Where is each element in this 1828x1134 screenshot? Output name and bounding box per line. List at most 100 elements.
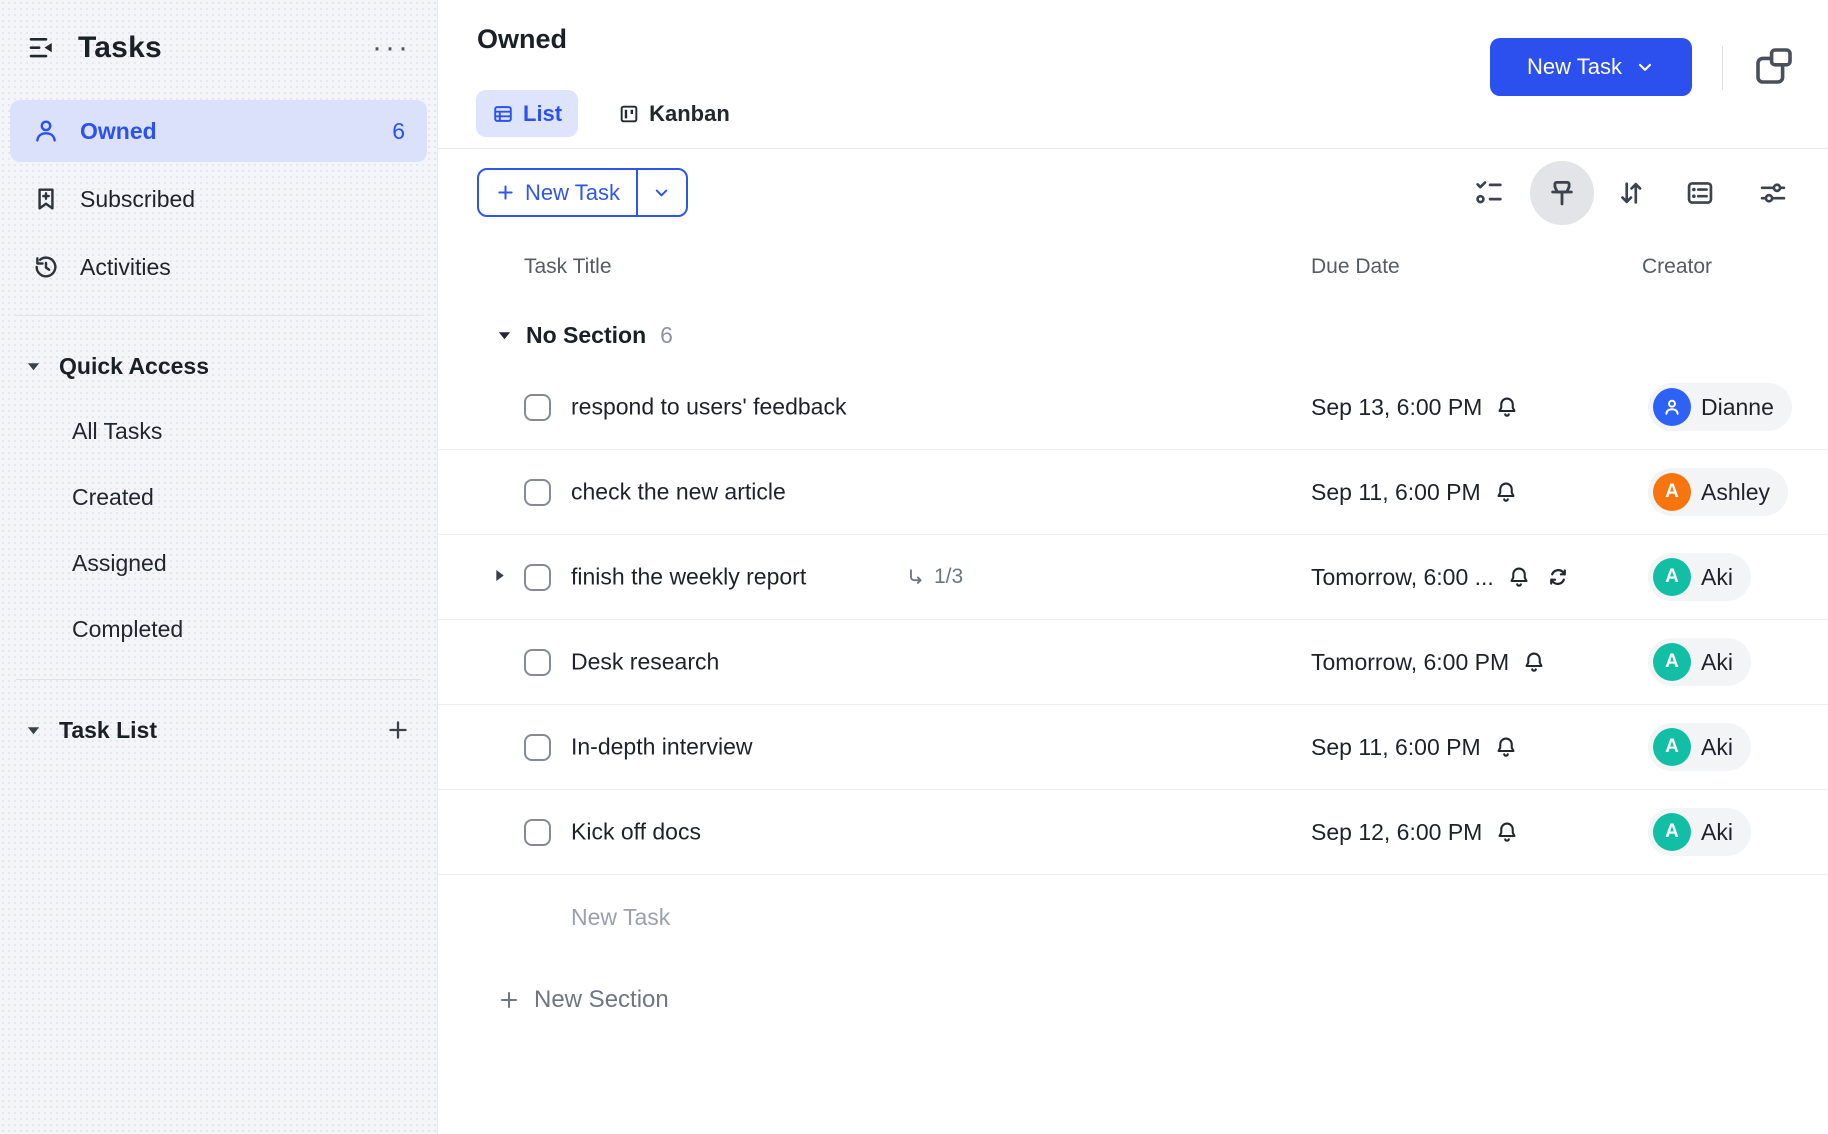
sidebar-item-label: Assigned (72, 550, 167, 577)
new-task-button-label: New Task (1527, 54, 1622, 80)
creator-cell[interactable]: A Aki (1648, 723, 1751, 771)
task-checkbox[interactable] (524, 819, 551, 846)
section-label: No Section (526, 322, 646, 349)
creator-cell[interactable]: A Aki (1648, 808, 1751, 856)
due-date-text: Sep 11, 6:00 PM (1311, 734, 1481, 761)
creator-cell[interactable]: A Aki (1648, 553, 1751, 601)
column-due-date: Due Date (1311, 255, 1400, 279)
history-icon (32, 253, 60, 281)
task-title[interactable]: check the new article (571, 479, 786, 506)
task-checkbox[interactable] (524, 394, 551, 421)
task-title[interactable]: Kick off docs (571, 819, 701, 846)
table-row[interactable]: Desk research Tomorrow, 6:00 PM A Aki (438, 620, 1828, 705)
page-title: Owned (477, 24, 567, 55)
due-date-text: Sep 11, 6:00 PM (1311, 479, 1481, 506)
table-row[interactable]: respond to users' feedback Sep 13, 6:00 … (438, 365, 1828, 450)
view-tabs: List Kanban (476, 90, 746, 137)
section-label: Quick Access (59, 353, 209, 380)
sidebar-item-label: Activities (80, 254, 171, 281)
new-task-split-main[interactable]: New Task (479, 170, 636, 215)
sidebar-item-owned[interactable]: Owned 6 (10, 100, 427, 162)
due-date-cell[interactable]: Sep 13, 6:00 PM (1311, 365, 1520, 449)
pin-filter-icon[interactable] (1542, 173, 1582, 213)
plus-icon (497, 988, 521, 1012)
due-date-cell[interactable]: Sep 12, 6:00 PM (1311, 790, 1520, 874)
sidebar-item-label: Owned (80, 118, 157, 145)
creator-name: Aki (1701, 734, 1733, 761)
creator-cell[interactable]: A Aki (1648, 638, 1751, 686)
creator-cell[interactable]: Dianne (1648, 383, 1792, 431)
task-title[interactable]: In-depth interview (571, 734, 753, 761)
task-title[interactable]: Desk research (571, 649, 719, 676)
new-task-split-button[interactable]: New Task (477, 168, 688, 217)
add-task-list-button[interactable] (385, 717, 411, 743)
sidebar-item-label: Created (72, 484, 154, 511)
display-settings-icon[interactable] (1753, 173, 1793, 213)
sidebar-item-activities[interactable]: Activities (10, 236, 427, 298)
due-date-cell[interactable]: Tomorrow, 6:00 PM (1311, 620, 1547, 704)
bookmark-add-icon (32, 185, 60, 213)
sort-icon[interactable] (1611, 173, 1651, 213)
plus-icon (495, 182, 516, 203)
due-date-text: Tomorrow, 6:00 ... (1311, 564, 1494, 591)
new-section-button[interactable]: New Section (438, 986, 1828, 1014)
avatar: A (1653, 813, 1691, 851)
sidebar-item-created[interactable]: Created (0, 464, 437, 530)
creator-cell[interactable]: A Ashley (1648, 468, 1788, 516)
sidebar-item-assigned[interactable]: Assigned (0, 530, 437, 596)
sidebar-nav: Owned 6 Subscribed Activities (0, 96, 437, 298)
tab-list[interactable]: List (476, 90, 578, 137)
bell-icon (1521, 649, 1547, 675)
new-task-split-arrow[interactable] (636, 170, 686, 215)
due-date-cell[interactable]: Sep 11, 6:00 PM (1311, 450, 1519, 534)
collapse-sidebar-icon[interactable] (26, 33, 56, 63)
quick-access-list: All Tasks Created Assigned Completed (0, 398, 437, 662)
sidebar-item-all-tasks[interactable]: All Tasks (0, 398, 437, 464)
triangle-down-icon (497, 328, 512, 343)
section-count: 6 (660, 322, 673, 349)
due-date-text: Sep 12, 6:00 PM (1311, 819, 1482, 846)
sidebar: Tasks ··· Owned 6 Subscribed (0, 0, 438, 1134)
sidebar-divider (16, 679, 421, 680)
sidebar-item-label: Subscribed (80, 186, 195, 213)
section-no-section[interactable]: No Section 6 (438, 305, 1828, 365)
section-label: Task List (59, 717, 157, 744)
list-view-settings-icon[interactable] (1680, 173, 1720, 213)
creator-name: Aki (1701, 564, 1733, 591)
new-task-inline-input[interactable]: New Task (438, 875, 1828, 960)
app-title: Tasks (78, 31, 350, 65)
bell-icon (1493, 479, 1519, 505)
task-checkbox[interactable] (524, 734, 551, 761)
due-date-cell[interactable]: Tomorrow, 6:00 ... (1311, 535, 1572, 619)
expand-row-icon[interactable] (491, 567, 508, 584)
table-row[interactable]: In-depth interview Sep 11, 6:00 PM A Aki (438, 705, 1828, 790)
task-title[interactable]: respond to users' feedback (571, 394, 846, 421)
new-task-button[interactable]: New Task (1490, 38, 1692, 96)
checklist-icon[interactable] (1469, 173, 1509, 213)
tab-label: List (523, 101, 562, 127)
table-row[interactable]: finish the weekly report 1/3 Tomorrow, 6… (438, 535, 1828, 620)
due-date-cell[interactable]: Sep 11, 6:00 PM (1311, 705, 1519, 789)
task-list-header[interactable]: Task List (0, 708, 437, 752)
subtask-icon (905, 566, 927, 588)
sidebar-item-subscribed[interactable]: Subscribed (10, 168, 427, 230)
table-row[interactable]: Kick off docs Sep 12, 6:00 PM A Aki (438, 790, 1828, 875)
task-checkbox[interactable] (524, 479, 551, 506)
quick-access-header[interactable]: Quick Access (0, 344, 437, 388)
owned-count-badge: 6 (392, 118, 405, 145)
bell-icon (1494, 394, 1520, 420)
more-icon[interactable]: ··· (372, 43, 411, 53)
main-header: Owned List Kanban (438, 0, 1828, 149)
popout-icon[interactable] (1750, 42, 1798, 90)
task-checkbox[interactable] (524, 564, 551, 591)
tab-kanban[interactable]: Kanban (602, 90, 746, 137)
table-row[interactable]: check the new article Sep 11, 6:00 PM A … (438, 450, 1828, 535)
new-section-label: New Section (534, 986, 669, 1014)
due-date-text: Tomorrow, 6:00 PM (1311, 649, 1509, 676)
task-title[interactable]: finish the weekly report (571, 564, 806, 591)
column-creator: Creator (1642, 255, 1712, 279)
sidebar-divider (16, 315, 421, 316)
task-checkbox[interactable] (524, 649, 551, 676)
subtask-indicator[interactable]: 1/3 (905, 565, 963, 589)
sidebar-item-completed[interactable]: Completed (0, 596, 437, 662)
